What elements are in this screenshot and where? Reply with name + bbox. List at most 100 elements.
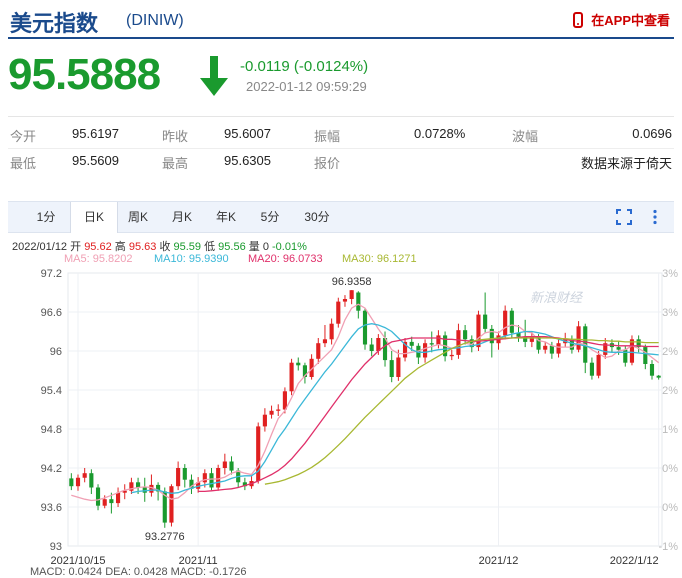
stat-value: 95.5609 <box>72 153 119 168</box>
candle <box>329 318 334 345</box>
tab-1min[interactable]: 1分 <box>22 202 70 232</box>
candle <box>422 339 428 363</box>
candle-body <box>276 409 281 411</box>
candle-body <box>456 330 461 355</box>
candle <box>122 484 127 500</box>
fullscreen-icon[interactable] <box>616 209 632 225</box>
info-open-label: 开 <box>70 241 82 253</box>
candle-body <box>436 335 441 345</box>
stat-label: 昨收 <box>162 129 189 144</box>
candle <box>256 422 261 484</box>
candles <box>69 290 661 528</box>
more-options-icon[interactable] <box>652 209 658 225</box>
candle <box>523 319 528 348</box>
candle-body <box>449 354 454 357</box>
candle <box>543 341 548 354</box>
candle <box>496 331 501 350</box>
candle-body <box>509 310 514 333</box>
x-tick-label: 2021/10/15 <box>50 555 105 566</box>
candle <box>463 325 468 345</box>
y-tick-label: 97.2 <box>41 268 62 280</box>
candle-body <box>409 341 414 346</box>
candle-body <box>89 473 94 488</box>
candle <box>656 375 661 380</box>
candle <box>296 357 301 371</box>
candle-body <box>169 486 174 523</box>
candle <box>349 290 354 305</box>
candle <box>262 408 267 432</box>
candle-body <box>322 339 328 344</box>
candle-body <box>429 343 434 345</box>
candlestick-chart[interactable]: 新浪财经 97.2 96.6 96 95.4 94.8 94.2 93.6 93 3% 3% 2%… <box>0 262 682 566</box>
pct-tick-label: 2% <box>662 385 678 397</box>
y-tick-label: 93 <box>50 541 62 553</box>
candle <box>229 456 234 475</box>
candle-body <box>549 345 554 354</box>
candle <box>416 343 421 364</box>
candle <box>169 484 174 527</box>
quote-time: 2022-01-12 09:59:29 <box>246 79 367 94</box>
header-code: (DINIW) <box>126 12 184 29</box>
candle-body <box>102 499 107 506</box>
stats-row: 最低 95.5609 最高 95.6305 报价 数据来源于倚天 <box>8 148 674 175</box>
stat-label: 报价 <box>314 156 341 171</box>
tab-5min[interactable]: 5分 <box>248 202 292 232</box>
candle <box>629 335 635 366</box>
candle <box>75 474 81 491</box>
pct-tick-label: 0% <box>662 463 678 475</box>
candle-body <box>329 323 334 340</box>
candle-body <box>182 468 187 480</box>
candle-body <box>82 473 87 478</box>
y-tick-label: 94.8 <box>41 424 62 436</box>
candle <box>189 474 194 494</box>
candle-body <box>616 347 621 350</box>
stat-label: 波幅 <box>512 129 539 144</box>
stat-label: 振幅 <box>314 129 341 144</box>
info-low-label: 低 <box>204 241 216 253</box>
tab-daily[interactable]: 日K <box>70 202 118 233</box>
candle-body <box>576 326 581 350</box>
candle-body <box>656 375 661 378</box>
stat-value: 95.6197 <box>72 126 119 141</box>
candle <box>503 305 508 340</box>
stats-row: 今开 95.6197 昨收 95.6007 振幅 0.0728% 波幅 0.06… <box>8 122 674 148</box>
tab-yearly[interactable]: 年K <box>204 202 248 232</box>
candle-body <box>362 310 368 345</box>
candle-body <box>209 473 214 488</box>
candle <box>82 468 87 483</box>
pct-tick-label: 0% <box>662 502 678 514</box>
candle <box>402 338 408 362</box>
candle <box>89 469 94 494</box>
period-tabs: 1分 日K 周K 月K 年K 5分 30分 <box>8 201 674 233</box>
candle-body <box>556 343 561 354</box>
info-volume: 0 <box>262 241 269 253</box>
low-annotation: 93.2776 <box>145 531 185 543</box>
candle-body <box>649 364 655 376</box>
high-annotation: 96.9358 <box>332 276 372 288</box>
header-title: 美元指数 <box>10 11 99 36</box>
info-high-label: 高 <box>114 241 126 253</box>
candle <box>302 362 308 384</box>
candle-body <box>289 362 294 392</box>
candle-body <box>356 292 361 311</box>
tab-30min[interactable]: 30分 <box>292 202 342 232</box>
open-in-app-link[interactable]: 在APP中查看 <box>573 10 670 29</box>
stat-label: 最低 <box>10 156 37 171</box>
candle-body <box>262 414 267 427</box>
candle <box>276 404 281 416</box>
candle <box>336 297 341 328</box>
tab-monthly[interactable]: 月K <box>160 202 204 232</box>
candle <box>322 325 328 348</box>
info-date: 2022/01/12 <box>12 241 68 253</box>
candle-body <box>476 314 481 348</box>
x-tick-label: 2021/12 <box>479 555 519 566</box>
candle <box>643 344 648 370</box>
candle-body <box>229 461 234 471</box>
candle-info-line: 2022/01/12 开 95.62 高 95.63 收 95.59 低 95.… <box>12 238 307 254</box>
stat-value: 95.6305 <box>224 153 271 168</box>
current-price: 95.5888 <box>8 50 161 99</box>
candle-body <box>176 468 181 487</box>
tab-weekly[interactable]: 周K <box>116 202 160 232</box>
x-tick-label: 2021/11 <box>179 555 218 566</box>
stat-label: 今开 <box>10 129 37 144</box>
